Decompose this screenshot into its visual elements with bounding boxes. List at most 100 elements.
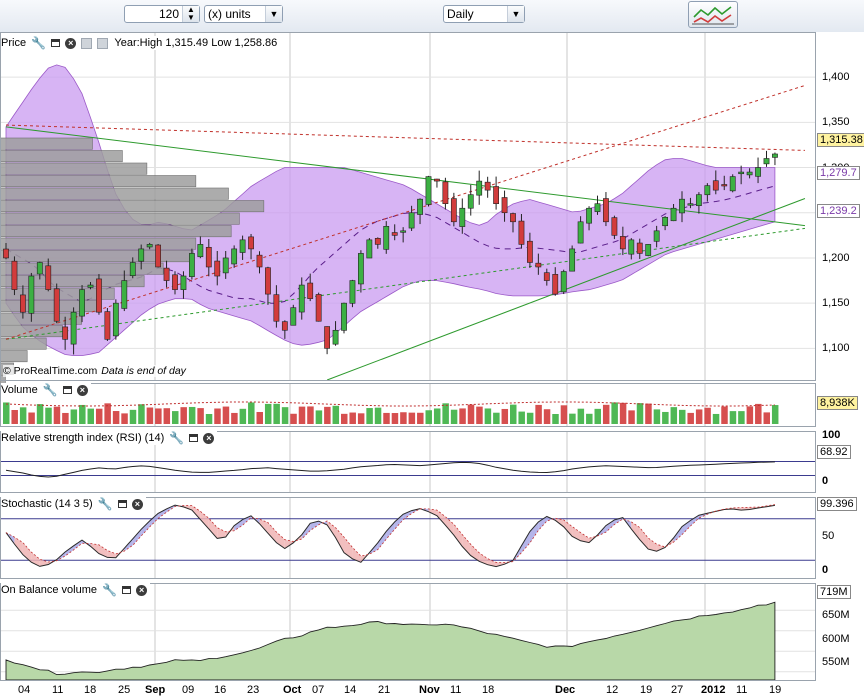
candle-body — [374, 237, 381, 245]
candle-body — [670, 207, 677, 222]
obv-tick-550m: 550M — [822, 656, 850, 668]
volume-bar — [357, 413, 365, 424]
volume-profile-bar — [0, 200, 265, 213]
wrench-icon[interactable]: 🔧 — [98, 498, 113, 510]
close-icon[interactable]: × — [203, 432, 215, 444]
candle-body — [87, 284, 94, 288]
candle-body — [755, 167, 761, 177]
window-icon[interactable] — [189, 434, 199, 443]
obv-tick-600m: 600M — [822, 633, 850, 645]
wrench-icon[interactable]: 🔧 — [169, 432, 184, 444]
candle-body — [501, 197, 508, 214]
close-icon[interactable]: × — [131, 498, 143, 510]
window-icon[interactable] — [51, 39, 61, 48]
x-tick-label: 12 — [606, 684, 619, 696]
volume-bar — [417, 412, 424, 424]
units-spinner-icon[interactable]: ▲ ▼ — [182, 6, 199, 22]
volume-bar — [172, 411, 179, 424]
candle-body — [231, 248, 238, 265]
volume-bar — [611, 402, 618, 424]
candle-body — [307, 282, 314, 299]
volume-profile-bar — [0, 225, 232, 238]
units-label: (x) units — [208, 7, 251, 21]
volume-bar — [442, 403, 449, 424]
indicators-button[interactable] — [688, 1, 738, 28]
volume-bar — [104, 403, 111, 424]
stoch-tick-0: 0 — [822, 564, 829, 576]
volume-bar — [450, 409, 458, 424]
candle-body — [729, 176, 736, 192]
volume-bar — [349, 412, 356, 424]
volume-panel-header: Volume 🔧 × — [1, 383, 91, 397]
window-icon[interactable] — [122, 586, 132, 595]
watermark-note: Data is end of day — [101, 365, 186, 377]
candle-body — [3, 248, 9, 259]
candle-body — [104, 311, 111, 340]
volume-bar — [628, 410, 635, 424]
volume-bar — [467, 404, 475, 424]
x-tick-label: 2012 — [701, 684, 726, 696]
candle-body — [772, 153, 778, 158]
volume-bar — [155, 408, 162, 424]
candle-body — [619, 236, 626, 250]
volume-profile-bar — [0, 162, 148, 175]
volume-profile-bar — [0, 212, 240, 225]
wrench-icon[interactable]: 🔧 — [102, 584, 117, 596]
candle-body — [239, 239, 246, 253]
move-down-icon[interactable] — [97, 37, 109, 49]
volume-profile-bar — [0, 262, 164, 275]
move-up-icon[interactable] — [81, 37, 93, 49]
timeframe-select[interactable]: Daily ▼ — [443, 5, 525, 23]
rsi-panel-header: Relative strength index (RSI) (14) 🔧 × — [1, 431, 218, 445]
candle-body — [535, 262, 542, 268]
price-tick-label: 1,200 — [822, 251, 850, 264]
candle-body — [121, 280, 128, 309]
candle-body — [28, 275, 35, 314]
candle-body — [577, 221, 584, 244]
candle-body — [704, 185, 711, 196]
volume-bar — [704, 407, 711, 424]
volume-bar — [560, 405, 568, 424]
candle-body — [180, 275, 187, 290]
volume-bar — [290, 413, 297, 424]
volume-bar — [771, 405, 779, 424]
stochastic-title: Stochastic (14 3 5) — [1, 498, 93, 511]
candle-body — [265, 267, 271, 295]
wrench-icon[interactable]: 🔧 — [43, 384, 58, 396]
window-icon[interactable] — [62, 386, 72, 395]
volume-bar — [324, 406, 331, 424]
volume-bar — [239, 408, 247, 424]
close-icon[interactable]: × — [76, 384, 88, 396]
candle-body — [695, 194, 702, 206]
volume-bar — [586, 413, 593, 424]
candle-body — [163, 267, 170, 281]
window-icon[interactable] — [117, 500, 127, 509]
candle-body — [721, 184, 728, 187]
candle-body — [366, 239, 373, 259]
candle-body — [349, 280, 356, 304]
price-tick-label: 1,400 — [822, 71, 850, 84]
rsi-last-tag: 68.92 — [817, 445, 851, 459]
candle-body — [450, 198, 457, 223]
candle-body — [476, 180, 483, 196]
volume-bar — [425, 410, 432, 424]
volume-bar — [70, 409, 78, 424]
x-tick-label: Nov — [419, 684, 440, 696]
close-icon[interactable]: × — [65, 37, 77, 49]
candle-body — [197, 244, 204, 258]
candle-body — [408, 212, 415, 229]
price-tick-label: 1,100 — [822, 342, 850, 355]
wrench-icon[interactable]: 🔧 — [31, 37, 46, 49]
volume-profile-bar — [0, 237, 197, 250]
volume-bar — [763, 412, 770, 424]
units-select[interactable]: (x) units ▼ — [204, 5, 283, 23]
units-input[interactable]: 120 ▲ ▼ — [124, 5, 200, 23]
volume-bar — [645, 403, 652, 424]
volume-bar — [36, 404, 44, 424]
candle-body — [62, 326, 69, 340]
rsi-title: Relative strength index (RSI) (14) — [1, 432, 165, 445]
volume-bar — [569, 413, 576, 424]
volume-bar — [256, 411, 263, 424]
close-icon[interactable]: × — [136, 584, 148, 596]
volume-profile-bar — [0, 175, 197, 188]
